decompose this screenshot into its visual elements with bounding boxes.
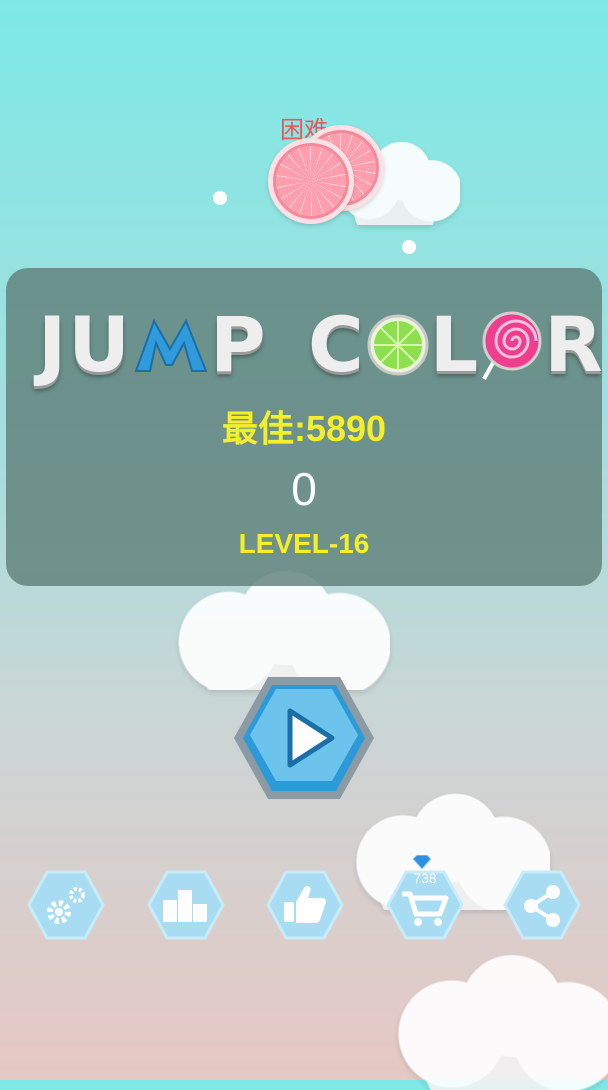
settings-button[interactable] [27,870,105,940]
thumbs-up-icon [266,870,344,940]
gem-count: 738 [413,870,437,886]
share-icon [503,870,581,940]
game-title: JU P C L R [0,300,608,389]
gears-icon [27,870,105,940]
title-word-color: C L R [308,300,605,389]
share-button[interactable] [503,870,581,940]
m-letter-icon [134,318,208,372]
best-score: 最佳:5890 [221,408,387,449]
bubble-dot [402,240,416,254]
cloud-decoration [160,570,390,690]
level-indicator: LEVEL-16 [238,528,370,559]
podium-icon [147,870,225,940]
cloud-decoration [380,950,608,1090]
bubble-dot [213,191,227,205]
like-button[interactable] [266,870,344,940]
lime-letter-icon [367,314,429,376]
leaderboard-button[interactable] [147,870,225,940]
grapefruit-player [268,138,354,224]
diamond-icon [413,855,431,869]
play-button[interactable] [232,675,376,801]
lollipop-letter-icon [482,311,542,380]
current-score: 0 [291,463,317,515]
title-word-jump: JU P [38,300,268,389]
play-hexagon-icon [234,677,374,799]
